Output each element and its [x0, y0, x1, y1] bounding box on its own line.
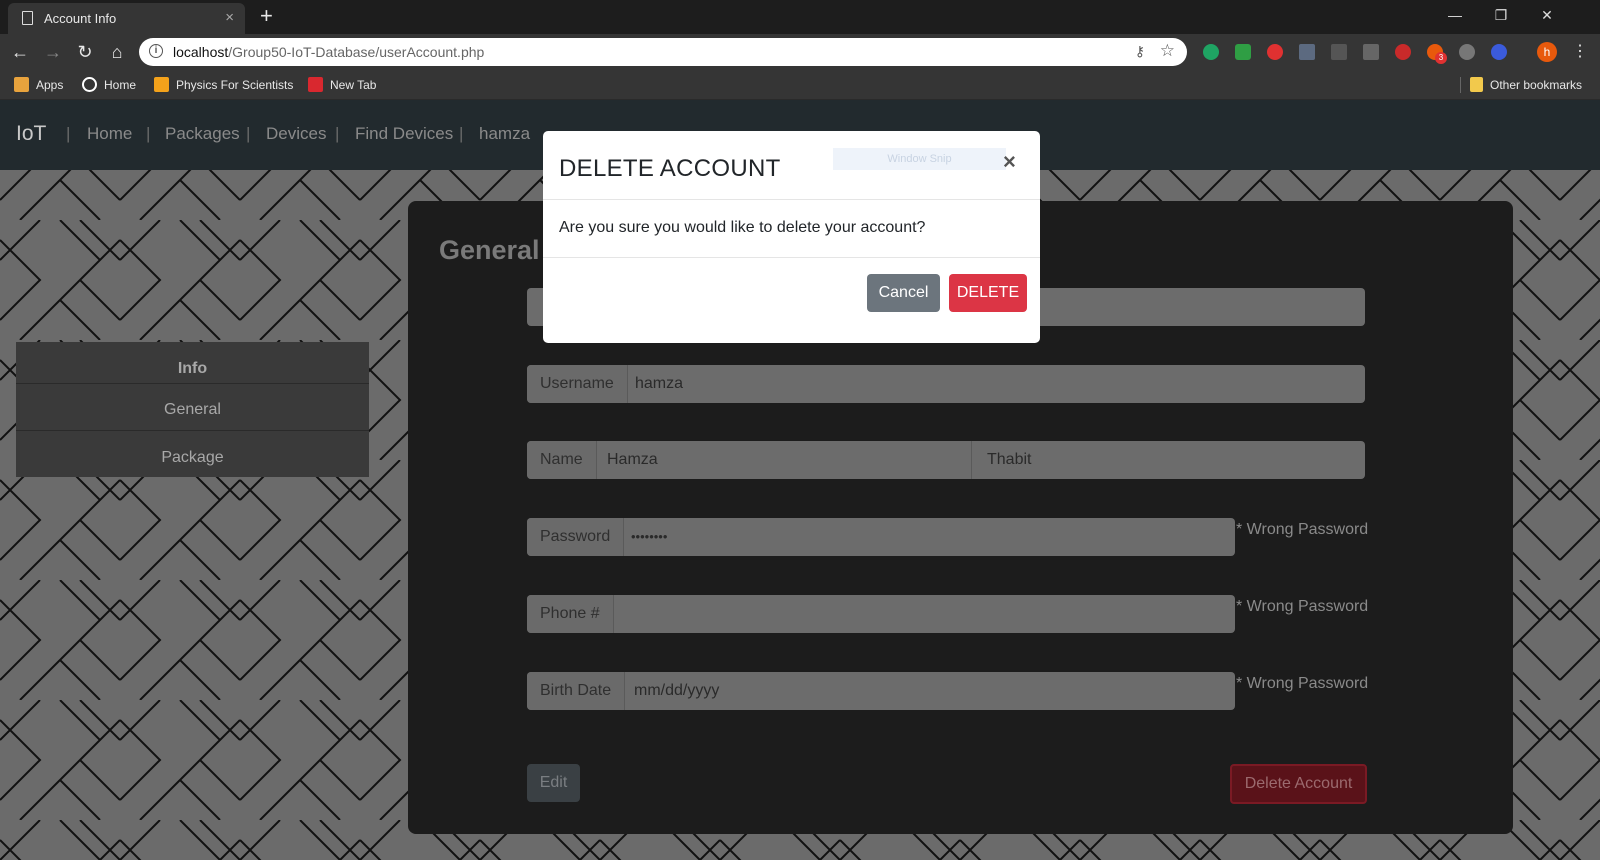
last-name-value[interactable]: Thabit [987, 441, 1031, 479]
tab-account-info[interactable]: Account Info × [8, 3, 245, 34]
tab-title: Account Info [44, 11, 117, 26]
restore-icon[interactable]: ❐ [1478, 0, 1524, 30]
key-icon[interactable]: ⚷ [1135, 43, 1145, 60]
nav-separator: | [246, 124, 251, 143]
dots-extension-icon[interactable] [1299, 44, 1315, 60]
nav-separator: | [146, 124, 151, 143]
bookmark-apps[interactable]: Apps [14, 76, 63, 94]
nav-separator: | [459, 124, 464, 143]
back-icon[interactable]: ← [8, 40, 32, 64]
physics-icon [154, 77, 169, 92]
browser-toolbar: ← → ↻ ⌂ i localhost/Group50-IoT-Database… [0, 34, 1600, 70]
home-bookmark-icon [82, 77, 97, 92]
folder-icon [1470, 77, 1483, 92]
profile-avatar[interactable]: h [1537, 42, 1557, 62]
bookmarks-bar: Apps Home Physics For Scientists New Tab… [0, 70, 1600, 100]
name-label: Name [527, 441, 597, 479]
username-field[interactable]: Username hamza [527, 365, 1365, 403]
extension-icon[interactable] [1363, 44, 1379, 60]
home-icon[interactable]: ⌂ [105, 40, 129, 64]
phone-error: * Wrong Password [1236, 598, 1369, 615]
nav-home[interactable]: Home [87, 124, 132, 144]
nav-user[interactable]: hamza [479, 124, 530, 144]
modal-body-text: Are you sure you would like to delete yo… [559, 219, 926, 236]
tab-strip: Account Info × + — ❐ ✕ [0, 0, 1600, 34]
address-bar[interactable]: i localhost/Group50-IoT-Database/userAcc… [139, 38, 1187, 66]
panel-title: General [439, 235, 540, 265]
phone-field[interactable]: Phone # [527, 595, 1235, 633]
bookmark-star-icon[interactable]: ☆ [1160, 41, 1175, 61]
bug-icon[interactable] [1395, 44, 1411, 60]
minimize-icon[interactable]: — [1432, 0, 1478, 30]
window-snip-overlay: Window Snip [833, 148, 1006, 170]
apps-grid-icon [14, 77, 29, 92]
birth-date-field[interactable]: Birth Date mm/dd/yyyy [527, 672, 1235, 710]
cancel-button[interactable]: Cancel [867, 274, 940, 312]
nav-separator: | [66, 124, 71, 143]
password-value: •••••••• [631, 529, 668, 544]
reload-icon[interactable]: ↻ [73, 40, 97, 64]
bookmark-home[interactable]: Home [82, 76, 136, 94]
sidebar-divider [16, 383, 369, 384]
confirm-delete-button[interactable]: DELETE [949, 274, 1027, 312]
vpn-icon[interactable] [1491, 44, 1507, 60]
site-brand[interactable]: IoT [16, 122, 46, 146]
password-error: * Wrong Password [1236, 521, 1369, 538]
name-field[interactable]: Name Hamza Thabit [527, 441, 1365, 479]
window-close-icon[interactable]: ✕ [1524, 0, 1570, 30]
name-divider [971, 441, 972, 479]
username-value: hamza [635, 375, 684, 392]
modal-header-divider [543, 199, 1040, 200]
nav-devices[interactable]: Devices [266, 124, 326, 144]
modal-footer-divider [543, 257, 1040, 258]
other-bookmarks[interactable]: Other bookmarks [1470, 76, 1582, 94]
url-text: localhost/Group50-IoT-Database/userAccou… [173, 44, 485, 60]
privacy-shield-icon[interactable] [1459, 44, 1475, 60]
phone-label: Phone # [527, 595, 614, 633]
birth-date-label: Birth Date [527, 672, 626, 710]
modal-title: DELETE ACCOUNT [559, 155, 781, 182]
sidebar-header: Info [177, 360, 208, 377]
info-icon[interactable]: i [149, 44, 163, 58]
nav-packages[interactable]: Packages [165, 124, 240, 144]
cfs-icon [308, 77, 323, 92]
bookmarks-divider [1460, 77, 1461, 93]
password-label: Password [527, 518, 625, 556]
delete-account-button[interactable]: Delete Account [1230, 764, 1367, 804]
tab-close-icon[interactable]: × [225, 9, 234, 26]
sidebar-item-package[interactable]: Package [16, 449, 369, 467]
password-field[interactable]: Password •••••••• [527, 518, 1235, 556]
menu-icon[interactable]: ⋮ [1568, 40, 1592, 64]
notification-icon[interactable]: 3 [1427, 44, 1447, 64]
forward-icon[interactable]: → [41, 40, 65, 64]
grammarly-icon[interactable] [1203, 44, 1219, 60]
edit-button[interactable]: Edit [527, 764, 580, 802]
username-label: Username [527, 365, 628, 403]
bookmark-physics[interactable]: Physics For Scientists [154, 76, 293, 94]
birth-date-placeholder: mm/dd/yyyy [634, 682, 720, 699]
shield-icon[interactable] [1235, 44, 1251, 60]
nav-find-devices[interactable]: Find Devices [355, 124, 453, 144]
page-icon [22, 11, 33, 25]
first-name-value[interactable]: Hamza [607, 441, 658, 479]
adblock-icon[interactable] [1267, 44, 1283, 60]
new-tab-button[interactable]: + [260, 4, 273, 28]
info-sidebar: Info General Package [16, 342, 369, 477]
nav-separator: | [335, 124, 340, 143]
pdf-icon[interactable] [1331, 44, 1347, 60]
modal-close-icon[interactable]: × [1003, 149, 1016, 175]
birth-date-error: * Wrong Password [1236, 675, 1369, 692]
sidebar-divider [16, 430, 369, 431]
bookmark-new-tab[interactable]: New Tab [308, 76, 376, 94]
delete-account-modal: DELETE ACCOUNT Window Snip × Are you sur… [543, 131, 1040, 343]
sidebar-item-general[interactable]: General [16, 401, 369, 419]
